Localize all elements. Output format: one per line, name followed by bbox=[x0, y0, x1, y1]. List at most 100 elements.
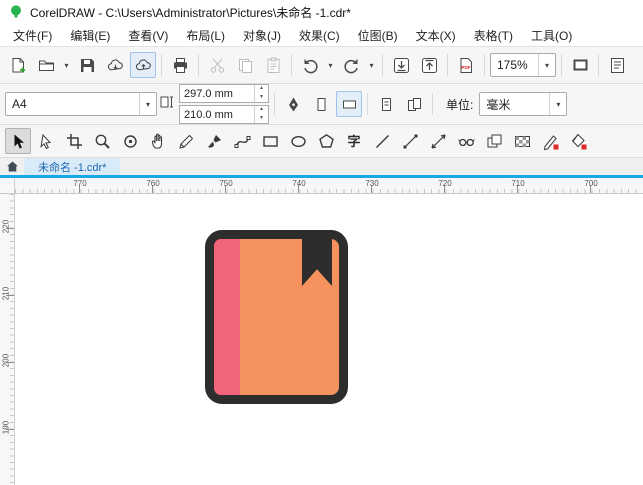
text-tool[interactable]: 字 bbox=[341, 128, 367, 154]
units-value: 毫米 bbox=[486, 97, 511, 112]
page-height-value: 210.0 mm bbox=[184, 108, 233, 121]
page-size-caret[interactable]: ▾ bbox=[139, 93, 156, 115]
open-from-cloud-button[interactable] bbox=[102, 52, 128, 78]
menu-item-edit[interactable]: 编辑(E) bbox=[61, 25, 119, 46]
page-dimensions: 297.0 mm ▲ ▼ 210.0 mm ▲ ▼ bbox=[159, 84, 269, 124]
horizontal-ruler[interactable]: 770 760 750 740 730 720 710 700 bbox=[15, 178, 643, 194]
menu-item-object[interactable]: 对象(J) bbox=[234, 25, 290, 46]
redo-dropdown-caret[interactable]: ▾ bbox=[366, 52, 377, 78]
ruler-origin-corner[interactable] bbox=[0, 178, 15, 194]
separator bbox=[291, 54, 292, 76]
import-button[interactable] bbox=[388, 52, 414, 78]
rectangle-tool[interactable] bbox=[257, 128, 283, 154]
separator bbox=[432, 93, 433, 115]
portrait-orientation-button[interactable] bbox=[308, 91, 334, 117]
nib-angle-button[interactable] bbox=[280, 91, 306, 117]
hruler-number: 750 bbox=[219, 179, 233, 188]
separator bbox=[484, 54, 485, 76]
vruler-number: 220 bbox=[1, 219, 11, 234]
menu-item-layout[interactable]: 布局(L) bbox=[177, 25, 234, 46]
units-label: 单位: bbox=[446, 97, 474, 112]
page-size-combobox[interactable]: A4 ▾ bbox=[5, 92, 157, 116]
page-width-field[interactable]: 297.0 mm ▲ ▼ bbox=[179, 84, 269, 103]
vruler-number: 210 bbox=[1, 286, 11, 301]
smart-fill-tool[interactable] bbox=[565, 128, 591, 154]
vertical-ruler[interactable]: 220 210 200 190 bbox=[0, 194, 15, 485]
menu-item-file[interactable]: 文件(F) bbox=[4, 25, 61, 46]
document-tab-label: 未命名 -1.cdr* bbox=[38, 161, 107, 174]
zoom-tool[interactable] bbox=[89, 128, 115, 154]
menu-item-table[interactable]: 表格(T) bbox=[465, 25, 522, 46]
hruler-number: 760 bbox=[146, 179, 160, 188]
hruler-number: 730 bbox=[365, 179, 379, 188]
bezier-tool[interactable] bbox=[229, 128, 255, 154]
landscape-orientation-button[interactable] bbox=[336, 91, 362, 117]
text-tool-glyph: 字 bbox=[347, 133, 361, 149]
artistic-media-tool[interactable] bbox=[201, 128, 227, 154]
publish-pdf-button[interactable]: PDF bbox=[453, 52, 479, 78]
home-icon[interactable] bbox=[0, 158, 24, 175]
shape-tool[interactable] bbox=[33, 128, 59, 154]
open-document-button[interactable] bbox=[33, 52, 59, 78]
drawing-canvas[interactable] bbox=[15, 194, 643, 485]
outline-pen-tool[interactable] bbox=[537, 128, 563, 154]
dimension-tool[interactable] bbox=[425, 128, 451, 154]
fullscreen-preview-button[interactable] bbox=[567, 52, 593, 78]
menu-item-view[interactable]: 查看(V) bbox=[119, 25, 177, 46]
all-pages-button[interactable] bbox=[401, 91, 427, 117]
page-dimensions-icon bbox=[159, 94, 176, 114]
print-button[interactable] bbox=[167, 52, 193, 78]
smooth-tool[interactable] bbox=[117, 128, 143, 154]
ellipse-tool[interactable] bbox=[285, 128, 311, 154]
page-height-spinner[interactable]: ▲ ▼ bbox=[254, 106, 268, 123]
zoom-level-combobox[interactable]: 175% ▾ bbox=[490, 53, 556, 77]
menu-item-effects[interactable]: 效果(C) bbox=[290, 25, 349, 46]
undo-dropdown-caret[interactable]: ▾ bbox=[325, 52, 336, 78]
units-combobox[interactable]: 毫米 ▾ bbox=[479, 92, 568, 116]
pan-tool[interactable] bbox=[145, 128, 171, 154]
crop-tool[interactable] bbox=[61, 128, 87, 154]
line-tool[interactable] bbox=[369, 128, 395, 154]
connector-tool[interactable] bbox=[397, 128, 423, 154]
container-tool[interactable] bbox=[481, 128, 507, 154]
titlebar: CorelDRAW - C:\Users\Administrator\Pictu… bbox=[0, 0, 643, 24]
new-document-button[interactable] bbox=[5, 52, 31, 78]
freehand-tool[interactable] bbox=[173, 128, 199, 154]
separator bbox=[447, 54, 448, 76]
document-tab-bar: 未命名 -1.cdr* bbox=[0, 158, 643, 175]
transparency-tool[interactable] bbox=[509, 128, 535, 154]
hruler-number: 710 bbox=[511, 179, 525, 188]
menu-item-bitmaps[interactable]: 位图(B) bbox=[349, 25, 407, 46]
pick-tool[interactable] bbox=[5, 128, 31, 154]
separator bbox=[382, 54, 383, 76]
menubar: 文件(F) 编辑(E) 查看(V) 布局(L) 对象(J) 效果(C) 位图(B… bbox=[0, 24, 643, 47]
undo-button[interactable] bbox=[297, 52, 323, 78]
units-caret[interactable]: ▾ bbox=[549, 93, 566, 115]
page-height-field[interactable]: 210.0 mm ▲ ▼ bbox=[179, 105, 269, 124]
bookmark-ribbon-shape[interactable] bbox=[302, 230, 332, 286]
save-to-cloud-button[interactable] bbox=[130, 52, 156, 78]
separator bbox=[161, 54, 162, 76]
blend-tool[interactable] bbox=[453, 128, 479, 154]
hruler-number: 700 bbox=[584, 179, 598, 188]
show-rulers-button[interactable] bbox=[604, 52, 630, 78]
export-button[interactable] bbox=[416, 52, 442, 78]
menu-item-text[interactable]: 文本(X) bbox=[407, 25, 465, 46]
workspace: 770 760 750 740 730 720 710 700 220 210 … bbox=[0, 178, 643, 485]
document-tab[interactable]: 未命名 -1.cdr* bbox=[24, 158, 121, 175]
zoom-dropdown-caret[interactable]: ▾ bbox=[538, 54, 555, 76]
save-button[interactable] bbox=[74, 52, 100, 78]
standard-toolbar: ▾ ▾ ▾ PDF 175% ▾ bbox=[0, 47, 643, 84]
book-spine-shape[interactable] bbox=[214, 239, 240, 395]
current-page-button[interactable] bbox=[373, 91, 399, 117]
book-illustration[interactable] bbox=[205, 230, 348, 404]
redo-button[interactable] bbox=[338, 52, 364, 78]
open-dropdown-caret[interactable]: ▾ bbox=[61, 52, 72, 78]
separator bbox=[274, 93, 275, 115]
polygon-tool[interactable] bbox=[313, 128, 339, 154]
page-width-spinner[interactable]: ▲ ▼ bbox=[254, 85, 268, 102]
toolbox: 字 bbox=[0, 125, 643, 158]
vruler-number: 200 bbox=[1, 353, 11, 368]
menu-item-tools[interactable]: 工具(O) bbox=[522, 25, 581, 46]
separator bbox=[561, 54, 562, 76]
